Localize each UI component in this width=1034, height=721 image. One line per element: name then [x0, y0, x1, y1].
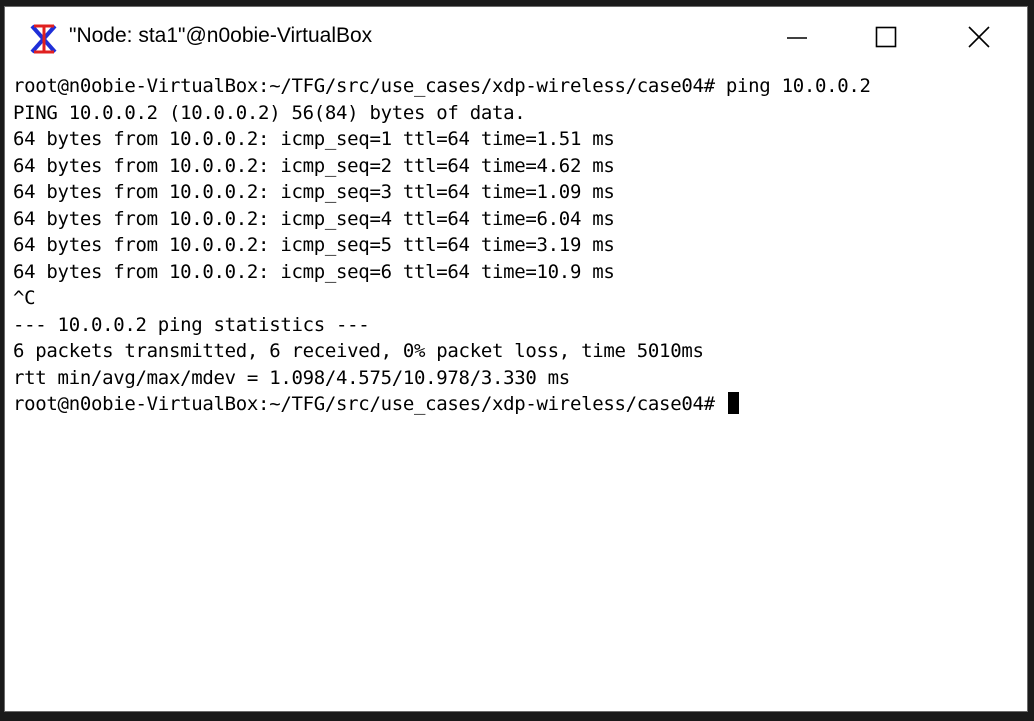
minimize-icon [787, 37, 807, 39]
terminal-line: ^C [13, 287, 36, 309]
terminal-line: 64 bytes from 10.0.0.2: icmp_seq=2 ttl=6… [13, 154, 615, 177]
terminal-line: 64 bytes from 10.0.0.2: icmp_seq=6 ttl=6… [13, 260, 615, 283]
maximize-icon [875, 26, 897, 48]
minimize-button[interactable] [773, 17, 821, 57]
close-icon [968, 26, 990, 48]
shell-prompt: root@n0obie-VirtualBox:~/TFG/src/use_cas… [13, 393, 726, 415]
title-bar[interactable]: "Node: sta1"@n0obie-VirtualBox [5, 7, 1027, 69]
terminal-line: PING 10.0.0.2 (10.0.0.2) 56(84) bytes of… [13, 101, 526, 124]
maximize-button[interactable] [862, 17, 910, 57]
close-button[interactable] [955, 17, 1003, 57]
terminal-line: 6 packets transmitted, 6 received, 0% pa… [13, 340, 704, 362]
terminal-window: "Node: sta1"@n0obie-VirtualBox root@n0ob… [4, 6, 1028, 712]
terminal-line: --- 10.0.0.2 ping statistics --- [13, 313, 370, 336]
x-window-icon [27, 22, 61, 56]
prompt-line[interactable]: root@n0obie-VirtualBox:~/TFG/src/use_cas… [13, 391, 1021, 418]
terminal-line: 64 bytes from 10.0.0.2: icmp_seq=1 ttl=6… [13, 128, 615, 150]
window-title: "Node: sta1"@n0obie-VirtualBox [69, 24, 373, 47]
terminal-line: root@n0obie-VirtualBox:~/TFG/src/use_cas… [13, 75, 871, 97]
terminal-line: rtt min/avg/max/mdev = 1.098/4.575/10.97… [13, 366, 570, 389]
terminal-line: 64 bytes from 10.0.0.2: icmp_seq=5 ttl=6… [13, 234, 615, 256]
text-cursor [727, 392, 739, 414]
terminal-output[interactable]: root@n0obie-VirtualBox:~/TFG/src/use_cas… [13, 73, 1021, 705]
terminal-line: 64 bytes from 10.0.0.2: icmp_seq=3 ttl=6… [13, 181, 615, 203]
terminal-line: 64 bytes from 10.0.0.2: icmp_seq=4 ttl=6… [13, 207, 615, 230]
